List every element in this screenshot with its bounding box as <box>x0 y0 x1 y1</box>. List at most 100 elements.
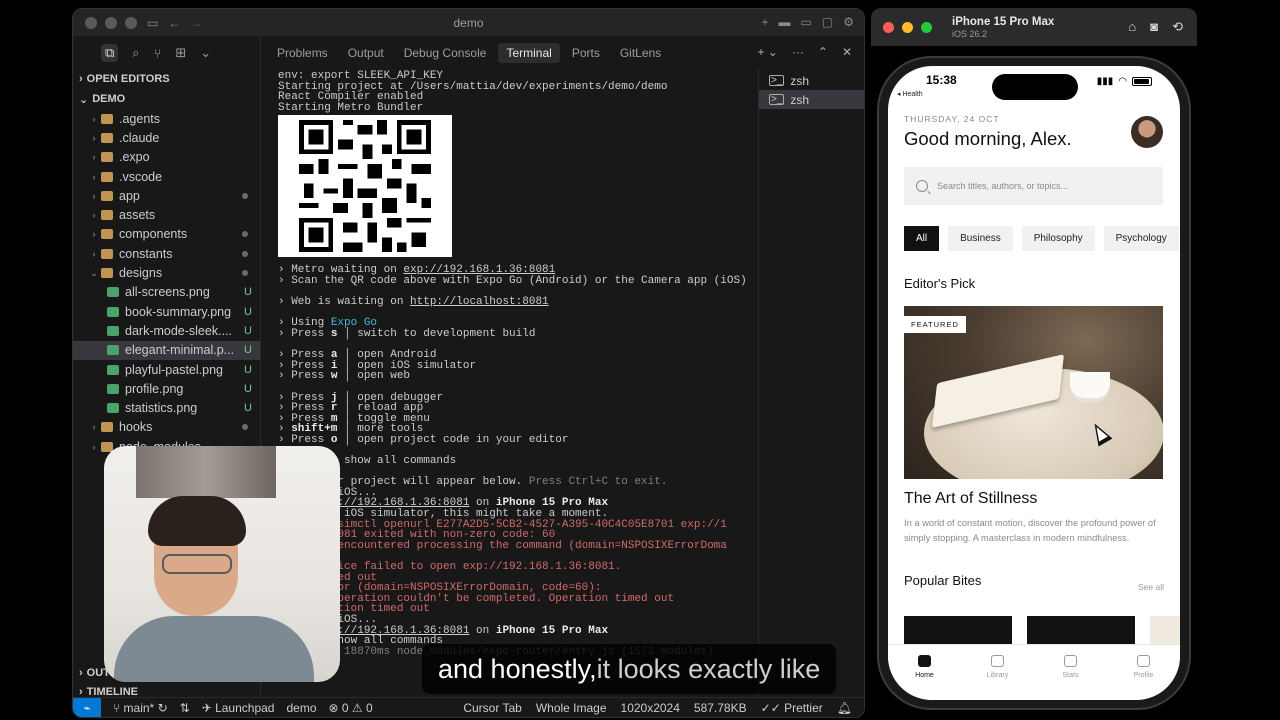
tree-item-label: statistics.png <box>125 401 198 416</box>
os-version: iOS 26.2 <box>952 28 988 39</box>
tree-item[interactable]: › .claude <box>73 128 260 147</box>
tab-debug-console[interactable]: Debug Console <box>396 43 495 63</box>
tab-stats[interactable]: Stats <box>1046 655 1096 700</box>
sync-icon[interactable]: ⇅ <box>180 701 190 715</box>
terminal-session-item[interactable]: >_ zsh <box>759 71 864 90</box>
bite-card[interactable] <box>1150 616 1180 646</box>
home-icon[interactable]: ⌂ <box>1128 19 1136 35</box>
category-chip-business[interactable]: Business <box>948 226 1013 251</box>
close-panel-icon[interactable]: ✕ <box>842 45 852 59</box>
open-editors-section[interactable]: › OPEN EDITORS <box>73 69 260 89</box>
chevron-right-icon: › <box>92 132 96 143</box>
tree-item[interactable]: profile.png U <box>73 379 260 398</box>
popular-bites-heading: Popular Bites <box>904 573 982 588</box>
terminal-line: Starting Metro Bundler <box>278 102 758 114</box>
tree-item[interactable]: › assets <box>73 205 260 224</box>
simulator-zoom-button[interactable] <box>921 21 932 33</box>
bell-icon[interactable]: 🔔︎ <box>837 701 852 715</box>
simulator-close-button[interactable] <box>883 21 894 33</box>
simulator-minimize-button[interactable] <box>902 21 913 33</box>
tree-item[interactable]: › hooks <box>73 418 260 437</box>
tree-item[interactable]: all-screens.png U <box>73 283 260 302</box>
zoom-window-button[interactable] <box>125 16 137 29</box>
tree-item[interactable]: › .vscode <box>73 167 260 186</box>
tab-output[interactable]: Output <box>340 43 392 63</box>
tree-item-label: constants <box>119 246 173 261</box>
split-layout-icon[interactable]: ▭ <box>801 15 812 29</box>
category-chip-philosophy[interactable]: Philosophy <box>1021 226 1095 251</box>
status-time: 15:38 <box>926 73 957 87</box>
new-terminal-icon[interactable]: + ⌄ <box>757 45 777 59</box>
avatar[interactable] <box>1131 116 1163 148</box>
tab-problems[interactable]: Problems <box>269 43 336 63</box>
terminal-session-item[interactable]: >_ zsh <box>759 90 864 109</box>
see-all-link[interactable]: See all <box>1138 582 1164 592</box>
plus-icon[interactable]: + <box>762 15 769 29</box>
terminal-text: › Press <box>278 327 331 340</box>
tab-profile[interactable]: Profile <box>1119 655 1169 700</box>
search-placeholder: Search titles, authors, or topics... <box>937 181 1069 191</box>
prettier-button[interactable]: ✓✓ Prettier <box>761 701 823 715</box>
tree-item[interactable]: › components <box>73 225 260 244</box>
tree-item[interactable]: elegant-minimal.p... U <box>73 340 260 360</box>
chevron-down-icon[interactable]: ⌄ <box>200 45 211 61</box>
tree-item[interactable]: › app <box>73 186 260 205</box>
folder-icon <box>101 248 113 259</box>
terminal-text: http://localhost:8081 <box>410 296 549 309</box>
close-window-button[interactable] <box>85 16 97 29</box>
tab-gitlens[interactable]: GitLens <box>612 43 669 63</box>
back-arrow-icon[interactable]: ← <box>168 16 180 30</box>
project-indicator[interactable]: demo <box>286 701 316 715</box>
image-file-icon <box>107 383 119 394</box>
tree-item[interactable]: ⌄ designs <box>73 263 260 282</box>
source-control-icon[interactable]: ⑂ <box>154 46 162 61</box>
maximize-panel-icon[interactable]: ⌃ <box>818 45 828 59</box>
panel-layout-icon[interactable]: ▬ <box>779 15 791 29</box>
tree-item[interactable]: playful-pastel.png U <box>73 360 260 379</box>
tree-item[interactable]: book-summary.png U <box>73 302 260 321</box>
chat-icon[interactable]: ▢ <box>822 15 833 29</box>
category-chip-all[interactable]: All <box>904 226 940 251</box>
tree-item[interactable]: › .expo <box>73 148 260 167</box>
project-section[interactable]: ⌄ DEMO <box>73 89 260 109</box>
bite-card[interactable] <box>1027 616 1135 646</box>
tree-item[interactable]: dark-mode-sleek.... U <box>73 321 260 340</box>
cursor-tab-button[interactable]: Cursor Tab <box>463 701 521 715</box>
rotate-icon[interactable]: ⟲ <box>1172 19 1183 35</box>
problems-indicator[interactable]: ⊗ 0 ⚠ 0 <box>329 701 373 715</box>
launchpad-button[interactable]: ✈ Launchpad <box>202 701 275 715</box>
tree-item[interactable]: › constants <box>73 244 260 263</box>
bite-card[interactable] <box>904 616 1012 646</box>
tab-home[interactable]: Home <box>900 655 950 700</box>
tab-ports[interactable]: Ports <box>564 43 608 63</box>
sidebar-toolbar: ⧉ ⌕ ⑂ ⊞ ⌄ <box>73 37 260 69</box>
editor-titlebar: ▭ ← → demo + ▬ ▭ ▢ ⚙ <box>73 9 864 37</box>
branch-indicator[interactable]: ⑂ main* ↻ <box>113 701 168 715</box>
tree-item[interactable]: statistics.png U <box>73 398 260 417</box>
extensions-icon[interactable]: ⊞ <box>175 45 186 61</box>
toggle-sidebar-icon[interactable]: ▭ <box>147 16 158 30</box>
forward-arrow-icon[interactable]: → <box>190 16 202 30</box>
terminal-text: › Scan the QR code above with Expo Go (A… <box>278 274 747 287</box>
featured-book-title[interactable]: The Art of Stillness <box>904 490 1037 508</box>
search-icon[interactable]: ⌕ <box>132 45 139 61</box>
more-actions-icon[interactable]: ··· <box>792 45 804 59</box>
category-chip-psychology[interactable]: Psychology <box>1103 226 1179 251</box>
back-to-app-link[interactable]: ◂ Health <box>897 90 923 98</box>
folder-icon <box>101 113 113 124</box>
tree-item-label: hooks <box>119 420 153 435</box>
whole-image-button[interactable]: Whole Image <box>536 701 607 715</box>
search-input[interactable]: Search titles, authors, or topics... <box>904 167 1163 205</box>
tree-item-label: profile.png <box>125 381 184 396</box>
minimize-window-button[interactable] <box>105 16 117 29</box>
tab-library[interactable]: Library <box>973 655 1023 700</box>
remote-indicator-icon[interactable]: ⌁ <box>73 697 101 717</box>
folder-icon <box>101 229 113 240</box>
featured-book-image[interactable]: FEATURED <box>904 306 1163 479</box>
tree-item[interactable]: › .agents <box>73 109 260 128</box>
gear-icon[interactable]: ⚙ <box>843 15 854 29</box>
home-icon <box>918 655 931 667</box>
tab-terminal[interactable]: Terminal <box>498 43 560 63</box>
files-icon[interactable]: ⧉ <box>101 44 119 62</box>
screenshot-icon[interactable]: ◙ <box>1150 19 1158 35</box>
